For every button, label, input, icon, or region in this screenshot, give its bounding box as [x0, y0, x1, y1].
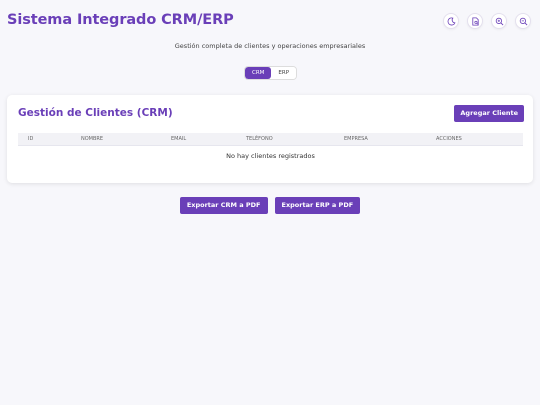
column-header-phone[interactable]: TELÉFONO — [246, 136, 273, 142]
app-title: Sistema Integrado CRM/ERP — [7, 12, 234, 28]
document-search-icon — [471, 16, 479, 26]
column-header-name[interactable]: NOMBRE — [81, 136, 103, 142]
crm-section-title: Gestión de Clientes (CRM) — [18, 107, 173, 119]
moon-icon — [447, 16, 456, 25]
export-crm-pdf-button[interactable]: Exportar CRM a PDF — [179, 197, 268, 214]
table-header: ID NOMBRE EMAIL TELÉFONO EMPRESA ACCIONE… — [18, 133, 523, 146]
crm-card: Gestión de Clientes (CRM) Agregar Client… — [7, 95, 533, 183]
zoom-out-button[interactable] — [515, 13, 531, 29]
header-toolbar — [443, 13, 531, 29]
column-header-id[interactable]: ID — [28, 136, 33, 142]
tab-erp[interactable]: ERP — [271, 67, 297, 79]
column-header-email[interactable]: EMAIL — [171, 136, 186, 142]
module-toggle: CRM ERP — [244, 66, 298, 80]
export-erp-pdf-button[interactable]: Exportar ERP a PDF — [274, 197, 361, 214]
export-actions: Exportar CRM a PDF Exportar ERP a PDF — [0, 197, 540, 214]
empty-table-message: No hay clientes registrados — [226, 152, 315, 160]
clients-table: ID NOMBRE EMAIL TELÉFONO EMPRESA ACCIONE… — [18, 133, 523, 160]
theme-toggle-button[interactable] — [443, 13, 459, 29]
zoom-in-icon — [495, 17, 503, 25]
app-header: Sistema Integrado CRM/ERP — [0, 0, 540, 44]
add-client-button[interactable]: Agregar Cliente — [454, 105, 524, 122]
tab-crm[interactable]: CRM — [245, 67, 272, 79]
column-header-actions[interactable]: ACCIONES — [436, 136, 462, 142]
document-search-button[interactable] — [467, 13, 483, 29]
column-header-company[interactable]: EMPRESA — [344, 136, 368, 142]
zoom-out-icon — [519, 17, 527, 25]
zoom-in-button[interactable] — [491, 13, 507, 29]
app-subtitle: Gestión completa de clientes y operacion… — [174, 42, 366, 50]
